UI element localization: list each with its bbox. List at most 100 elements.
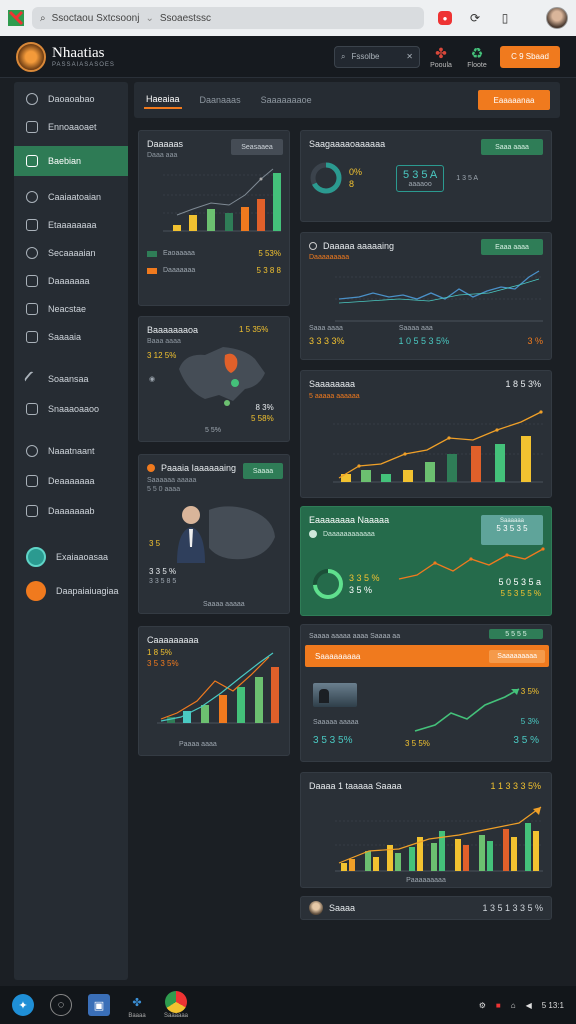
volume-icon[interactable]: ◀ [526, 1001, 532, 1010]
card-bottom-row: Saaaa 1 3 5 1 3 3 5 % [309, 901, 543, 915]
box-icon [26, 475, 38, 487]
taskbar-app-2[interactable]: Saaaaaa [164, 991, 188, 1019]
refresh-button[interactable]: ⟳ [466, 9, 484, 27]
card-line-footer-1: Saaa aaaa [309, 325, 343, 332]
thumbnail-image [313, 683, 357, 707]
header-icon-recycle[interactable]: ♻ Floote [462, 45, 492, 69]
user-icon [26, 191, 38, 203]
card-highlight-values-right: 5 0 5 3 5 a 5 5 3 5 5 % [498, 577, 541, 598]
chat-icon: ◌ [57, 999, 65, 1011]
tab-2[interactable]: Saaaaaaaoe [259, 92, 314, 108]
avatar[interactable] [546, 7, 568, 29]
search-icon: ⌕ [40, 12, 46, 24]
profile-map [173, 503, 275, 565]
teal-badge-icon [26, 547, 46, 567]
bookmark-icon: ▯ [501, 11, 509, 25]
network-icon[interactable]: ⌂ [511, 1001, 516, 1010]
address-bar[interactable]: ⌕ Ssoctaou Sxtcsoonj ⌄ Ssoaestssc [32, 7, 424, 29]
grid-icon [26, 121, 38, 133]
card-orange-bar[interactable]: Saaaaaaaaa Saaaaaaaaa [305, 645, 549, 667]
sidebar-item-14[interactable]: Exaiaaoasaa [14, 544, 128, 570]
sidebar-item-9[interactable]: Soaansaa [14, 366, 128, 392]
sidebar-item-6[interactable]: Daaaaaaa [14, 268, 128, 294]
sidebar-item-8[interactable]: Saaaaia [14, 324, 128, 350]
card-orange-value-1: 3 5% [520, 687, 539, 696]
card-donut-body: 0% 8 5 3 5 A aaaaoo 1 3 5 A [309, 161, 543, 195]
card-title: Paaaia Iaaaaaaing [161, 463, 237, 473]
sidebar-item-label: Snaaaoaaoo [48, 404, 100, 414]
card-title: Caaaaaaaaa [147, 635, 199, 645]
sidebar-item-4[interactable]: Etaaaaaaaa [14, 212, 128, 238]
tab-bar-button[interactable]: Eaaaaanaa [478, 90, 550, 110]
gear-icon[interactable]: ⚙ [479, 1001, 486, 1010]
sidebar-item-7[interactable]: Neacstae [14, 296, 128, 322]
card-bottom: Saaaa 1 3 5 1 3 3 5 % [300, 896, 552, 920]
image-app-button[interactable]: ▣ [88, 994, 110, 1016]
sidebar-item-3[interactable]: Caaiaatoaian [14, 184, 128, 210]
sidebar-item-label: Daapaiaiuagiaa [56, 586, 119, 596]
card-map-icon: ◉ [149, 376, 156, 383]
alert-icon[interactable]: ■ [496, 1001, 501, 1010]
sprout-icon [26, 93, 38, 105]
search-icon: ⌕ [341, 51, 346, 61]
sidebar-item-label: Secaaaaian [48, 248, 96, 258]
sidebar-item-5[interactable]: Secaaaaian [14, 240, 128, 266]
card-highlight-box-value: 5 3 5 3 5 [496, 524, 528, 533]
header-cta-button[interactable]: C 9 Sbaad [500, 45, 560, 68]
card-orange-value-2: 5 3% [520, 717, 539, 726]
bar-chart-small [163, 168, 281, 232]
tab-0[interactable]: Haeaiaa [144, 91, 182, 109]
sidebar-item-12[interactable]: Deaaaaaaa [14, 468, 128, 494]
sidebar-item-2[interactable]: Baebian [14, 146, 128, 176]
note-icon [26, 303, 38, 315]
card-pill[interactable]: Saaa aaaa [481, 139, 543, 155]
card-profile-value-3: 3 3 5 8 5 [149, 578, 177, 585]
chat-button[interactable]: ◌ [50, 994, 72, 1016]
header-icon-recycle-label: Floote [467, 61, 487, 69]
app-favicon-icon [8, 10, 24, 26]
header-search-input[interactable]: ⌕ Fssolbe ✕ [334, 45, 420, 68]
taskbar-app-1[interactable]: ✤ Baaaa [126, 991, 148, 1020]
card-growth-footer: Paaaa aaaa [179, 741, 217, 748]
close-icon[interactable]: ✕ [406, 52, 413, 61]
card-subtitle: Daaaaaaaaa [309, 254, 350, 261]
legend-swatch [147, 267, 157, 274]
sidebar-item-15[interactable]: Daapaiaiuagiaa [14, 578, 128, 604]
card-orange-value-4: 3 5 5% [405, 739, 430, 748]
card-highlight-value-3: 5 0 5 3 5 a [498, 577, 541, 587]
tab-1[interactable]: Daanaaas [198, 92, 243, 108]
header-icon-people[interactable]: ✤ Pooula [426, 45, 456, 69]
bookmark-button[interactable]: ▯ [496, 9, 514, 27]
sidebar-item-13[interactable]: Daaaaaaab [14, 498, 128, 524]
start-button[interactable]: ✦ [12, 994, 34, 1016]
sidebar-item-11[interactable]: Naaatnaant [14, 438, 128, 464]
image-icon: ▣ [93, 999, 105, 1012]
card-pill[interactable]: Seasaaea [231, 139, 283, 155]
legend-value: 5 53% [258, 249, 281, 258]
card-line-footer-2: Saaaa aaa [398, 325, 433, 332]
card-line-value-1: 3 3 3 3% [309, 336, 345, 346]
sidebar-item-label: Exaiaaoasaa [56, 552, 109, 562]
sidebar-item-1[interactable]: Ennoaaoaet [14, 114, 128, 140]
sidebar-item-0[interactable]: Daoaoabao [14, 86, 128, 112]
card-bar-summary: Daaaaas Daaa aaa Seasaaea Eaoaaaaa 5 53%… [138, 130, 290, 306]
sidebar: Daoaoabao Ennoaaoaet Baebian Caaiaatoaia… [14, 82, 128, 980]
info-icon [309, 530, 317, 538]
progress-ring [313, 569, 343, 599]
brand-logo-icon [16, 41, 46, 72]
sidebar-item-10[interactable]: Snaaaoaaoo [14, 396, 128, 422]
donut-chart [310, 162, 342, 194]
brand: Nhaatias PASSAIASASOES [52, 45, 115, 68]
legend-row-2: Daaaaaaa 5 3 8 8 [147, 266, 281, 275]
card-pill[interactable]: Saaaa [243, 463, 283, 479]
card-orange-bar-button[interactable]: Saaaaaaaaa [489, 649, 545, 663]
card-line-value-3: 3 % [527, 336, 543, 346]
people-icon: ✤ [435, 44, 447, 61]
line-chart [335, 270, 543, 322]
address-left: Ssoctaou Sxtcsoonj [51, 12, 140, 24]
card-highlight-value-1: 3 3 5 % [349, 573, 380, 583]
card-pill[interactable]: Eaaa aaaa [481, 239, 543, 255]
record-button[interactable]: ● [436, 9, 454, 27]
bird-icon: ✦ [18, 999, 28, 1012]
card-subtitle-2: 5 5 0 aaaa [147, 486, 181, 493]
